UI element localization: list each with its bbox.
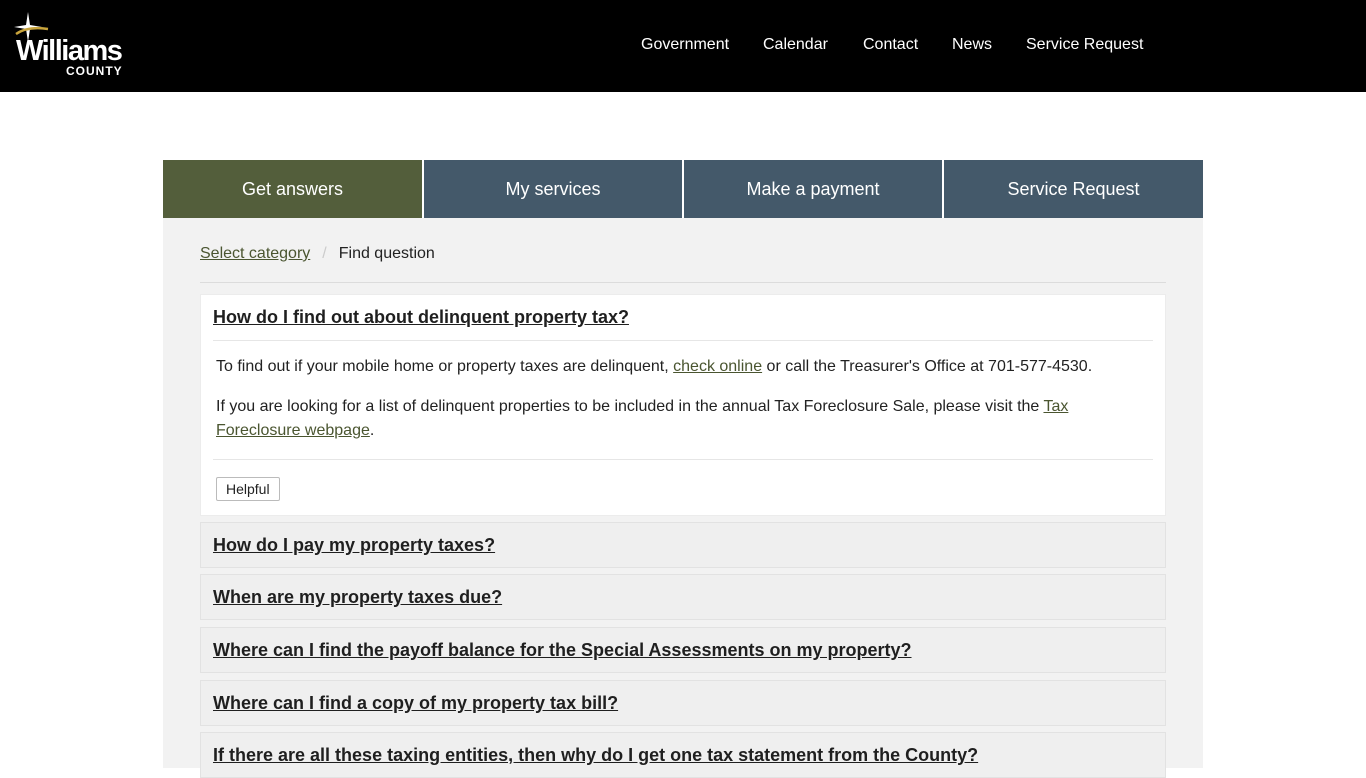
service-tabs: Get answers My services Make a payment S… [163,160,1203,218]
tab-my-services[interactable]: My services [424,160,682,218]
answer-text: To find out if your mobile home or prope… [216,358,674,375]
breadcrumb-separator: / [322,245,327,262]
nav-news[interactable]: News [952,36,992,54]
tab-make-a-payment[interactable]: Make a payment [684,160,942,218]
faq-question-delinquent-tax[interactable]: How do I find out about delinquent prope… [213,307,629,328]
faq-answer-paragraph: To find out if your mobile home or prope… [216,355,1096,379]
nav-service-request[interactable]: Service Request [1026,36,1143,54]
faq-item[interactable]: When are my property taxes due? [200,574,1166,620]
faq-answer-paragraph: If you are looking for a list of delinqu… [216,395,1096,443]
answer-text: . [369,422,375,439]
faq-divider [213,340,1153,341]
faq-item[interactable]: Where can I find the payoff balance for … [200,627,1166,673]
answer-text: or call the Treasurer's Office at 701-57… [762,358,1093,375]
nav-contact[interactable]: Contact [863,36,918,54]
check-online-link[interactable]: check online [673,358,762,375]
faq-item[interactable]: How do I pay my property taxes? [200,522,1166,568]
williams-county-logo[interactable]: Williams COUNTY [14,12,130,82]
tab-get-answers[interactable]: Get answers [163,160,422,218]
faq-item[interactable]: Where can I find a copy of my property t… [200,680,1166,726]
breadcrumb-divider [200,282,1166,283]
nav-calendar[interactable]: Calendar [763,36,828,54]
nav-government[interactable]: Government [641,36,729,54]
faq-divider [213,459,1153,460]
faq-question[interactable]: When are my property taxes due? [213,587,502,608]
answer-text: If you are looking for a list of delinqu… [216,398,1044,415]
faq-item-expanded: How do I find out about delinquent prope… [200,294,1166,516]
faq-question[interactable]: Where can I find a copy of my property t… [213,693,618,714]
faq-question[interactable]: Where can I find the payoff balance for … [213,640,912,661]
site-header: Williams COUNTY Government Calendar Cont… [0,0,1366,92]
answers-panel: Select category / Find question How do I f… [163,218,1203,778]
helpful-button[interactable]: Helpful [216,477,280,501]
tab-service-request[interactable]: Service Request [944,160,1203,218]
breadcrumb: Select category / Find question [200,245,435,263]
logo-subtitle: COUNTY [66,64,123,78]
faq-item[interactable]: If there are all these taxing entities, … [200,732,1166,778]
breadcrumb-select-category[interactable]: Select category [200,245,310,262]
faq-question[interactable]: If there are all these taxing entities, … [213,745,978,766]
breadcrumb-current: Find question [338,245,435,262]
faq-question[interactable]: How do I pay my property taxes? [213,535,495,556]
logo-wordmark: Williams [16,35,123,67]
